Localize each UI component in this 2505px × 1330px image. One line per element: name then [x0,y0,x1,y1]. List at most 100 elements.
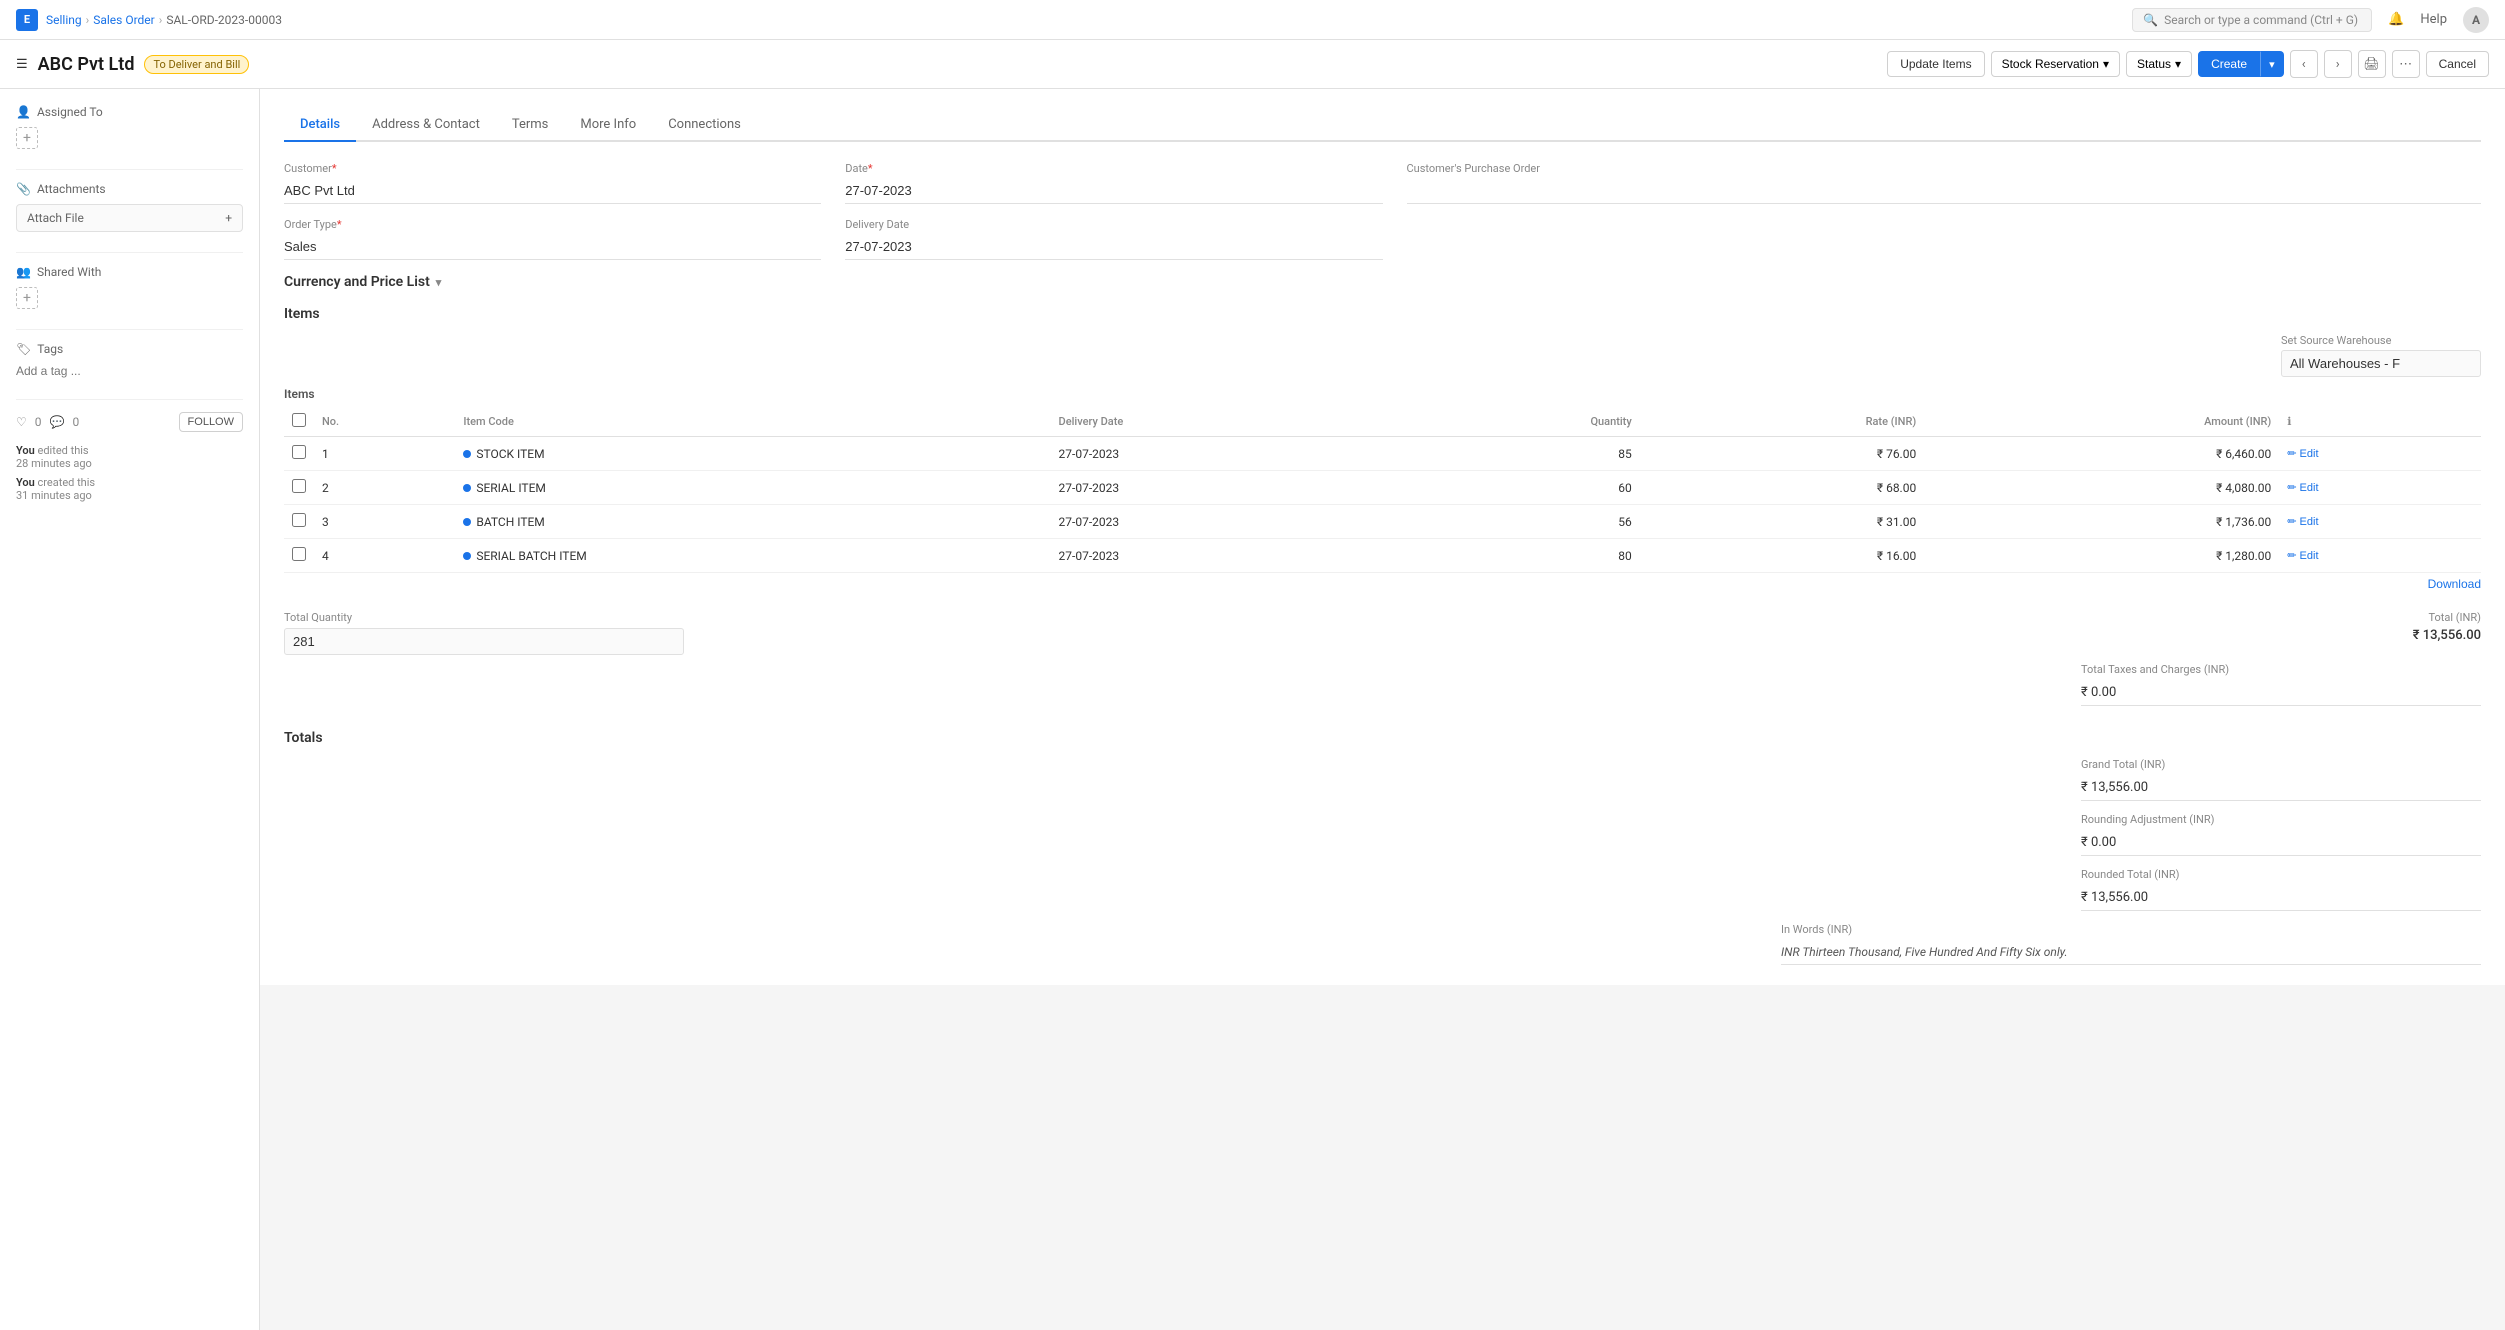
tab-address[interactable]: Address & Contact [356,109,496,142]
user-avatar[interactable]: A [2463,7,2489,33]
row-amount-2: ₹ 1,736.00 [1924,505,2279,539]
add-assigned-button[interactable]: + [16,127,38,149]
date-field: Date* [845,162,1382,204]
status-button[interactable]: Status ▾ [2126,51,2192,77]
breadcrumb-sales-order[interactable]: Sales Order [93,13,155,27]
row-item-1[interactable]: SERIAL ITEM [455,471,1050,505]
add-shared-button[interactable]: + [16,287,38,309]
row-no-1: 2 [314,471,455,505]
attach-file-button[interactable]: Attach File + [16,204,243,232]
create-button[interactable]: Create [2198,51,2260,77]
download-button[interactable]: Download [2428,577,2481,591]
edit-button-1[interactable]: ✏ Edit [2287,481,2318,494]
doc-header: ☰ ABC Pvt Ltd To Deliver and Bill Update… [0,40,2505,89]
row-checkbox-1[interactable] [292,479,306,493]
row-no-3: 4 [314,539,455,573]
search-bar[interactable]: 🔍 Search or type a command (Ctrl + G) [2132,8,2372,32]
row-date-2: 27-07-2023 [1051,505,1396,539]
row-checkbox-2[interactable] [292,513,306,527]
tab-terms[interactable]: Terms [496,109,565,142]
stock-reservation-chevron: ▾ [2103,57,2109,71]
col-amount: Amount (INR) [1924,407,2279,437]
warehouse-input[interactable] [2281,350,2481,377]
edit-button-2[interactable]: ✏ Edit [2287,515,2318,528]
in-words-value: INR Thirteen Thousand, Five Hundred And … [1781,940,2481,965]
row-qty-3: 80 [1395,539,1640,573]
totals-section: Totals Grand Total (INR) ₹ 13,556.00 Rou… [284,730,2481,965]
breadcrumb: Selling › Sales Order › SAL-ORD-2023-000… [46,13,282,27]
customer-input[interactable] [284,178,821,204]
row-date-0: 27-07-2023 [1051,437,1396,471]
customers-po-field: Customer's Purchase Order [1407,162,2482,204]
totals-row: Total Quantity Total (INR) ₹ 13,556.00 [284,611,2481,655]
row-qty-2: 56 [1395,505,1640,539]
like-icon[interactable]: ♡ [16,415,27,429]
tab-details[interactable]: Details [284,109,356,142]
tags-section: 🏷 Tags [16,342,243,379]
grand-total-item: Grand Total (INR) ₹ 13,556.00 [2081,758,2481,801]
in-words-row: In Words (INR) INR Thirteen Thousand, Fi… [284,923,2481,965]
total-inr-value: ₹ 13,556.00 [2413,628,2481,643]
shared-with-section: 👥 Shared With + [16,265,243,309]
row-item-0[interactable]: STOCK ITEM [455,437,1050,471]
col-delivery-date: Delivery Date [1051,407,1396,437]
grand-total-value: ₹ 13,556.00 [2081,775,2481,801]
create-dropdown-button[interactable]: ▾ [2260,51,2284,77]
rounding-value: ₹ 0.00 [2081,830,2481,856]
order-type-input[interactable] [284,234,821,260]
row-qty-1: 60 [1395,471,1640,505]
col-info: ℹ [2279,407,2481,437]
cancel-button[interactable]: Cancel [2426,51,2489,77]
rounded-total-item: Rounded Total (INR) ₹ 13,556.00 [2081,868,2481,911]
row-item-2[interactable]: BATCH ITEM [455,505,1050,539]
divider-3 [16,329,243,330]
comment-count: 0 [72,415,79,429]
order-type-label: Order Type* [284,218,821,231]
date-input[interactable] [845,178,1382,204]
prev-doc-button[interactable]: ‹ [2290,50,2318,78]
follow-button[interactable]: FOLLOW [179,412,243,432]
table-row: 4 SERIAL BATCH ITEM 27-07-2023 80 ₹ 16.0… [284,539,2481,573]
sidebar-toggle-icon[interactable]: ☰ [16,57,28,72]
row-edit-3[interactable]: ✏ Edit [2279,539,2481,573]
rounding-label: Rounding Adjustment (INR) [2081,813,2481,826]
warehouse-row: Set Source Warehouse [284,334,2481,377]
reactions-row: ♡ 0 💬 0 FOLLOW [16,412,243,432]
add-tag-input[interactable] [16,364,243,378]
comment-icon[interactable]: 💬 [50,415,65,429]
row-edit-1[interactable]: ✏ Edit [2279,471,2481,505]
breadcrumb-selling[interactable]: Selling [46,13,82,27]
edit-button-3[interactable]: ✏ Edit [2287,549,2318,562]
update-items-button[interactable]: Update Items [1887,51,1984,77]
more-options-button[interactable]: ⋯ [2392,50,2420,78]
row-item-3[interactable]: SERIAL BATCH ITEM [455,539,1050,573]
breadcrumb-sep-1: › [86,13,90,27]
help-button[interactable]: Help [2420,12,2447,27]
attachment-icon: 📎 [16,182,31,196]
form-card: Details Address & Contact Terms More Inf… [260,89,2505,985]
tab-connections[interactable]: Connections [652,109,757,142]
print-button[interactable]: 🖨 [2358,50,2386,78]
attach-plus-icon: + [225,211,232,225]
row-checkbox-0[interactable] [292,445,306,459]
currency-section-title[interactable]: Currency and Price List ▾ [284,274,2481,290]
tags-title: 🏷 Tags [16,342,243,356]
row-edit-2[interactable]: ✏ Edit [2279,505,2481,539]
customers-po-input[interactable] [1407,178,2482,204]
row-qty-0: 85 [1395,437,1640,471]
row-checkbox-3[interactable] [292,547,306,561]
col-quantity: Quantity [1395,407,1640,437]
delivery-date-input[interactable] [845,234,1382,260]
taxes-box: Total Taxes and Charges (INR) ₹ 0.00 [2081,663,2481,706]
nav-right: 🔍 Search or type a command (Ctrl + G) 🔔 … [2132,7,2489,33]
tab-more-info[interactable]: More Info [564,109,652,142]
stock-reservation-label: Stock Reservation [2002,57,2099,71]
stock-reservation-button[interactable]: Stock Reservation ▾ [1991,51,2120,77]
select-all-checkbox[interactable] [292,413,306,427]
row-edit-0[interactable]: ✏ Edit [2279,437,2481,471]
table-row: 3 BATCH ITEM 27-07-2023 56 ₹ 31.00 ₹ 1,7… [284,505,2481,539]
edit-button-0[interactable]: ✏ Edit [2287,447,2318,460]
top-nav: E Selling › Sales Order › SAL-ORD-2023-0… [0,0,2505,40]
next-doc-button[interactable]: › [2324,50,2352,78]
notification-bell[interactable]: 🔔 [2388,12,2404,27]
